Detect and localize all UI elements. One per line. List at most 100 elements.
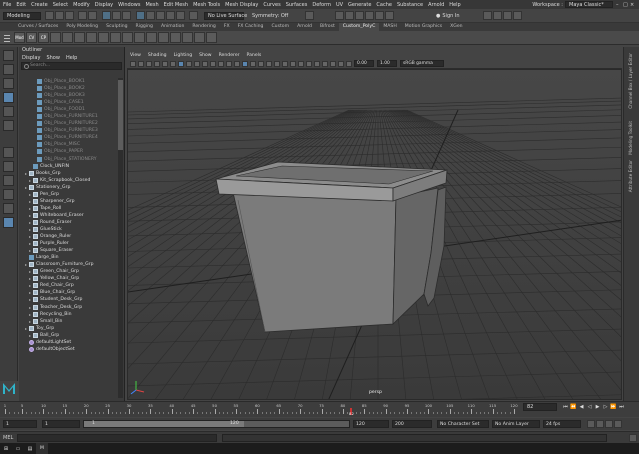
shelf-tool-icon-7[interactable]	[86, 32, 97, 43]
outliner-item[interactable]: Obj_Place_FURNITURE4	[19, 134, 117, 141]
menu-arnold[interactable]: Arnold	[428, 2, 444, 8]
step-back-key-icon[interactable]: ⏪	[570, 404, 577, 411]
animation-start-field[interactable]: 1	[3, 420, 37, 428]
step-forward-icon[interactable]: ▷	[602, 404, 609, 411]
2d-pan-icon[interactable]	[162, 60, 168, 67]
snap-grid-icon[interactable]	[136, 11, 145, 20]
menu-edit-mesh[interactable]: Edit Mesh	[164, 2, 188, 8]
shelf-tab-mash[interactable]: MASH	[379, 23, 400, 31]
workspace-selector[interactable]: Workspace : Maya Classic*	[532, 1, 613, 8]
shelf-tool-icon-3[interactable]: CP	[38, 32, 49, 43]
safe-action-icon[interactable]	[218, 60, 224, 67]
toggle-panel-icon[interactable]	[483, 11, 492, 20]
preferences-icon[interactable]	[614, 420, 622, 428]
task-view-icon[interactable]: ▭	[12, 443, 24, 454]
single-view-icon[interactable]	[3, 147, 14, 158]
command-input[interactable]	[17, 433, 218, 442]
step-back-icon[interactable]: ◀	[578, 404, 585, 411]
resolution-gate-icon[interactable]	[194, 60, 200, 67]
shelf-tab-motion-graphics[interactable]: Motion Graphics	[401, 23, 446, 31]
bookmarks-icon[interactable]	[146, 60, 152, 67]
minimize-icon[interactable]: –	[616, 2, 623, 8]
shelf-tool-icon-5[interactable]	[62, 32, 73, 43]
autokey-icon[interactable]	[596, 420, 604, 428]
outliner-item[interactable]: Obj_Place_PAPER	[19, 148, 117, 155]
shelf-tab-arnold[interactable]: Arnold	[293, 23, 316, 31]
field-chart-icon[interactable]	[210, 60, 216, 67]
range-slider[interactable]: 1 120	[83, 420, 350, 428]
script-editor-icon[interactable]	[629, 433, 638, 442]
snap-curve-icon[interactable]	[146, 11, 155, 20]
shelf-tab-fx[interactable]: FX	[220, 23, 234, 31]
outliner-item[interactable]: ▸ Blue_Chair_Grp	[19, 289, 117, 296]
undo-icon[interactable]	[78, 11, 87, 20]
go-to-start-icon[interactable]: ⏮	[562, 404, 569, 411]
command-language-label[interactable]: MEL	[3, 435, 13, 441]
toggle-panel-icon-3[interactable]	[503, 11, 512, 20]
outliner-item[interactable]: ▸ Whiteboard_Eraser	[19, 212, 117, 219]
outliner-item[interactable]: Obj_Place_BOOK1	[19, 78, 117, 85]
outliner-item[interactable]: ▸ Square_Eraser	[19, 247, 117, 254]
outliner-menu-show[interactable]: Show	[46, 55, 60, 61]
fps-dropdown[interactable]: 24 fps	[543, 420, 581, 428]
rotate-tool-icon[interactable]	[3, 106, 14, 117]
isolate-select-icon[interactable]	[306, 60, 312, 67]
outliner-item[interactable]: ▸ Tape_Roll	[19, 205, 117, 212]
wireframe-icon[interactable]	[234, 60, 240, 67]
shelf-tool-icon-14[interactable]	[170, 32, 181, 43]
textured-icon[interactable]	[258, 60, 264, 67]
menu-file[interactable]: File	[3, 2, 11, 8]
outliner-layout-icon[interactable]	[3, 175, 14, 186]
lock-camera-icon[interactable]	[138, 60, 144, 67]
shelf-tab-poly-modeling[interactable]: Poly Modeling	[62, 23, 102, 31]
select-tool-icon[interactable]	[3, 50, 14, 61]
shelf-tool-icon-9[interactable]	[110, 32, 121, 43]
grid-icon[interactable]	[178, 60, 184, 67]
toggle-panel-icon-4[interactable]	[513, 11, 522, 20]
outliner-menu-help[interactable]: Help	[66, 55, 77, 61]
scale-tool-icon[interactable]	[3, 120, 14, 131]
layout-icon-4[interactable]	[3, 189, 14, 200]
panel-menu-show[interactable]: Show	[199, 53, 211, 58]
film-gate-icon[interactable]	[186, 60, 192, 67]
menu-deform[interactable]: Deform	[312, 2, 331, 8]
shelf-tool-icon-1[interactable]: Mod	[14, 32, 25, 43]
smooth-shade-icon[interactable]	[242, 60, 248, 67]
play-back-icon[interactable]: ◁	[586, 404, 593, 411]
shelf-menu-icon[interactable]	[3, 33, 11, 43]
xray-joints-icon[interactable]	[322, 60, 328, 67]
outliner-item[interactable]: ▸ Yellow_Chair_Grp	[19, 275, 117, 282]
outliner-scrollbar[interactable]	[118, 78, 123, 398]
outliner-item[interactable]: Obj_Place_BOOK3	[19, 92, 117, 99]
four-view-icon[interactable]	[3, 161, 14, 172]
menu-substance[interactable]: Substance	[397, 2, 423, 8]
outliner-item[interactable]: Obj_Place_BOOK2	[19, 85, 117, 92]
outliner-item[interactable]: ▸ Recycling_Bin	[19, 311, 117, 318]
current-frame-field[interactable]: 82	[523, 403, 557, 411]
panel-menu-lighting[interactable]: Lighting	[174, 53, 193, 58]
ipr-icon[interactable]	[345, 11, 354, 20]
outliner-item[interactable]: Obj_Place_FURNITURE1	[19, 113, 117, 120]
outliner-item[interactable]: Clock_UNFIN	[19, 163, 117, 170]
workspace-dropdown[interactable]: Maya Classic*	[565, 1, 613, 8]
shelf-tab-sculpting[interactable]: Sculpting	[102, 23, 131, 31]
paint-select-icon[interactable]	[3, 78, 14, 89]
image-plane-icon[interactable]	[154, 60, 160, 67]
render-settings-icon[interactable]	[355, 11, 364, 20]
save-scene-icon[interactable]	[65, 11, 74, 20]
shelf-tool-icon-11[interactable]	[134, 32, 145, 43]
shadows-icon[interactable]	[274, 60, 280, 67]
move-tool-icon[interactable]	[3, 92, 14, 103]
open-scene-icon[interactable]	[55, 11, 64, 20]
outliner-item[interactable]: defaultLightSet	[19, 339, 117, 346]
outliner-item[interactable]: ▸ Kit_Scrapbook_Closed	[19, 177, 117, 184]
key-icon[interactable]	[587, 420, 595, 428]
shelf-tab-curves-surfaces[interactable]: Curves / Surfaces	[14, 23, 62, 31]
outliner-item[interactable]: Obj_Place_STATIONERY	[19, 156, 117, 163]
lasso-tool-icon[interactable]	[3, 64, 14, 75]
playback-start-field[interactable]: 1	[42, 420, 80, 428]
menu-modify[interactable]: Modify	[73, 2, 90, 8]
toggle-panel-icon-2[interactable]	[493, 11, 502, 20]
panel-menu-renderer[interactable]: Renderer	[219, 53, 240, 58]
file-explorer-icon[interactable]: ▤	[24, 443, 36, 454]
